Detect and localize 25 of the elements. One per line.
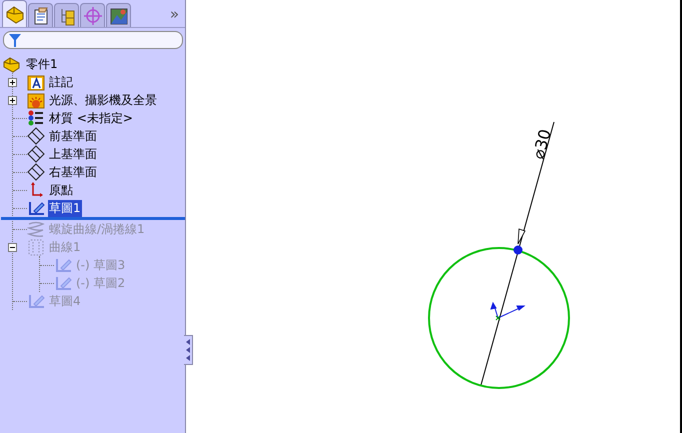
tree-item[interactable]: 上基準面 [48, 146, 98, 162]
tree-item[interactable]: 註記 [48, 74, 74, 90]
dimension-label[interactable]: ⌀30 [528, 127, 555, 162]
crosshair-icon [82, 6, 102, 26]
tree-item[interactable]: 零件1 [25, 56, 59, 72]
point-handle[interactable] [514, 246, 522, 254]
arrowhead [518, 228, 526, 244]
tree-item[interactable]: 光源、攝影機及全景 [48, 92, 158, 108]
origin-axes-icon [490, 302, 526, 320]
tree-item[interactable]: 右基準面 [48, 164, 98, 180]
collapse-handle[interactable] [184, 335, 193, 365]
filter-icon [9, 34, 21, 46]
part-tree-icon [4, 4, 24, 24]
tree-item[interactable]: 原點 [48, 182, 74, 198]
expand-toggle[interactable] [8, 78, 17, 86]
panel-tab[interactable] [106, 3, 131, 27]
tree-item[interactable]: 草圖1 [48, 200, 82, 216]
more-tabs-button[interactable]: » [170, 4, 179, 22]
filter-field[interactable] [3, 31, 183, 49]
landscape-icon [108, 6, 128, 26]
expand-toggle[interactable] [8, 96, 17, 104]
tree-item[interactable]: 材質 <未指定> [48, 110, 134, 126]
tree-item[interactable]: 前基準面 [48, 128, 98, 144]
panel-tab[interactable] [2, 0, 27, 27]
panel-tab[interactable] [28, 3, 53, 27]
